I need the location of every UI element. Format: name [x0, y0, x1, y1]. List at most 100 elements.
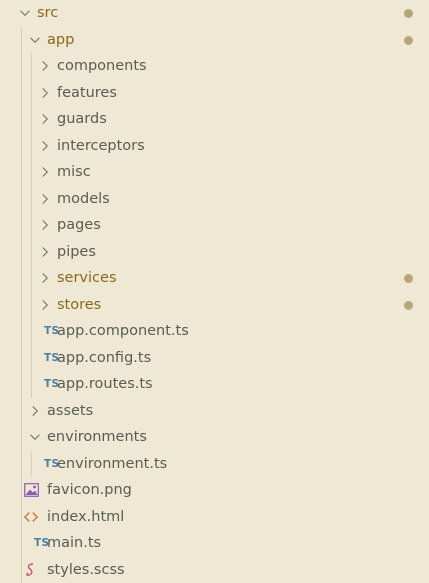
indent-guide	[21, 133, 22, 160]
indent-guide	[21, 557, 22, 583]
folder-item-pages[interactable]: pages	[0, 212, 429, 239]
folder-item-misc[interactable]: misc	[0, 159, 429, 186]
indent-guide	[21, 451, 22, 478]
file-item-index-html[interactable]: index.html	[0, 504, 429, 531]
modified-indicator-dot	[404, 274, 413, 283]
indent-guide	[21, 477, 22, 504]
indent-guide	[21, 239, 22, 266]
file-item-app-routes-ts[interactable]: TSapp.routes.ts	[0, 371, 429, 398]
folder-item-environments[interactable]: environments	[0, 424, 429, 451]
file-label: app.config.ts	[57, 349, 151, 367]
indent-guide	[21, 530, 22, 557]
file-explorer-tree: src app components features guards intercepto…	[0, 0, 429, 578]
folder-item-models[interactable]: models	[0, 186, 429, 213]
indent-guide	[31, 159, 32, 186]
file-label: favicon.png	[47, 481, 132, 499]
modified-indicator-dot	[404, 301, 413, 310]
indent-guide	[21, 212, 22, 239]
chevron-right-icon[interactable]	[38, 245, 52, 259]
folder-label: interceptors	[57, 137, 145, 155]
indent-guide	[31, 371, 32, 398]
chevron-right-icon[interactable]	[38, 59, 52, 73]
chevron-right-icon[interactable]	[38, 165, 52, 179]
indent-guide	[21, 265, 22, 292]
file-label: app.routes.ts	[57, 375, 153, 393]
indent-guide	[21, 345, 22, 372]
indent-guide	[31, 345, 32, 372]
scss-file-icon	[24, 561, 38, 579]
chevron-right-icon[interactable]	[38, 218, 52, 232]
indent-guide	[21, 53, 22, 80]
folder-label: environments	[47, 428, 147, 446]
chevron-right-icon[interactable]	[38, 139, 52, 153]
folder-label: models	[57, 190, 110, 208]
folder-label: assets	[47, 402, 93, 420]
folder-item-assets[interactable]: assets	[0, 398, 429, 425]
indent-guide	[31, 106, 32, 133]
indent-guide	[21, 318, 22, 345]
chevron-down-icon[interactable]	[28, 33, 42, 47]
chevron-right-icon[interactable]	[38, 271, 52, 285]
folder-item-interceptors[interactable]: interceptors	[0, 133, 429, 160]
folder-item-services[interactable]: services	[0, 265, 429, 292]
indent-guide	[21, 424, 22, 451]
indent-guide	[31, 239, 32, 266]
file-label: app.component.ts	[57, 322, 189, 340]
indent-guide	[21, 292, 22, 319]
file-item-app-component-ts[interactable]: TSapp.component.ts	[0, 318, 429, 345]
indent-guide	[31, 53, 32, 80]
chevron-right-icon[interactable]	[38, 86, 52, 100]
folder-item-stores[interactable]: stores	[0, 292, 429, 319]
file-item-styles-scss[interactable]: styles.scss	[0, 557, 429, 583]
image-file-icon	[24, 481, 39, 499]
folder-item-features[interactable]: features	[0, 80, 429, 107]
folder-label: services	[57, 269, 117, 287]
chevron-right-icon[interactable]	[38, 192, 52, 206]
folder-item-app[interactable]: app	[0, 27, 429, 54]
indent-guide	[31, 212, 32, 239]
file-item-environment-ts[interactable]: TSenvironment.ts	[0, 451, 429, 478]
chevron-right-icon[interactable]	[38, 298, 52, 312]
indent-guide	[21, 159, 22, 186]
indent-guide	[21, 371, 22, 398]
folder-item-src[interactable]: src	[0, 0, 429, 27]
file-label: index.html	[47, 508, 124, 526]
file-label: environment.ts	[57, 455, 167, 473]
folder-label: features	[57, 84, 117, 102]
folder-item-guards[interactable]: guards	[0, 106, 429, 133]
chevron-down-icon[interactable]	[28, 430, 42, 444]
file-label: main.ts	[47, 534, 101, 552]
folder-label: pages	[57, 216, 101, 234]
folder-label: stores	[57, 296, 101, 314]
indent-guide	[31, 265, 32, 292]
folder-label: app	[47, 31, 74, 49]
folder-label: misc	[57, 163, 91, 181]
indent-guide	[21, 398, 22, 425]
file-item-favicon-png[interactable]: favicon.png	[0, 477, 429, 504]
chevron-right-icon[interactable]	[38, 112, 52, 126]
indent-guide	[21, 106, 22, 133]
indent-guide	[21, 80, 22, 107]
indent-guide	[31, 186, 32, 213]
file-label: styles.scss	[47, 561, 125, 579]
folder-item-components[interactable]: components	[0, 53, 429, 80]
html-file-icon	[24, 508, 38, 526]
file-item-app-config-ts[interactable]: TSapp.config.ts	[0, 345, 429, 372]
indent-guide	[31, 318, 32, 345]
indent-guide	[31, 451, 32, 478]
folder-label: components	[57, 57, 147, 75]
indent-guide	[21, 27, 22, 54]
indent-guide	[21, 186, 22, 213]
chevron-down-icon[interactable]	[18, 6, 32, 20]
modified-indicator-dot	[404, 36, 413, 45]
folder-label: guards	[57, 110, 107, 128]
indent-guide	[31, 80, 32, 107]
chevron-right-icon[interactable]	[28, 404, 42, 418]
modified-indicator-dot	[404, 9, 413, 18]
indent-guide	[21, 504, 22, 531]
indent-guide	[31, 133, 32, 160]
indent-guide	[31, 292, 32, 319]
file-item-main-ts[interactable]: TSmain.ts	[0, 530, 429, 557]
folder-label: src	[37, 4, 58, 22]
folder-item-pipes[interactable]: pipes	[0, 239, 429, 266]
